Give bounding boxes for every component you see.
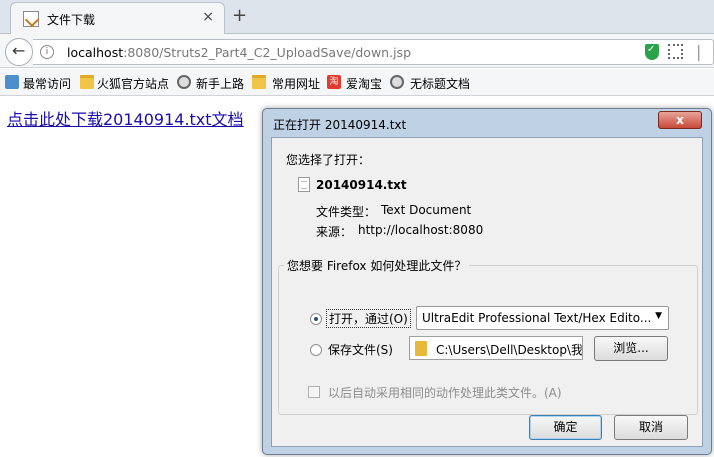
source-label: 来源： bbox=[316, 225, 353, 239]
tab-title: 文件下载 bbox=[47, 13, 96, 27]
folder-icon bbox=[252, 75, 266, 89]
tab-bar: 文件下载 × + bbox=[0, 0, 714, 34]
cancel-button[interactable]: 取消 bbox=[614, 415, 688, 440]
tab-close-icon[interactable]: × bbox=[202, 9, 214, 25]
browse-button[interactable]: 浏览... bbox=[594, 336, 668, 361]
dialog-close-button[interactable]: x bbox=[658, 111, 702, 129]
file-type-value: Text Document bbox=[381, 203, 472, 217]
url-path: :8080/Struts2_Part4_C2_UploadSave/down.j… bbox=[123, 45, 411, 60]
dialog-body: 您选择了打开： 20140914.txt 文件类型： Text Document… bbox=[271, 137, 703, 447]
bookmarks-bar: 最常访问 火狐官方站点 新手上路 常用网址 淘 爱淘宝 无标题文档 bbox=[0, 69, 714, 96]
url-host: localhost bbox=[67, 45, 124, 60]
most-visited-icon bbox=[5, 75, 19, 89]
folder-icon bbox=[415, 341, 427, 356]
file-name: 20140914.txt bbox=[316, 178, 407, 192]
back-button[interactable]: ← bbox=[5, 38, 33, 66]
auto-action-label[interactable]: 以后自动采用相同的动作处理此类文件。(A) bbox=[328, 384, 562, 401]
auto-action-checkbox[interactable] bbox=[308, 386, 320, 398]
globe-icon bbox=[177, 75, 191, 89]
save-path-field: C:\Users\Dell\Desktop\我的 bbox=[409, 336, 583, 360]
back-arrow-icon: ← bbox=[12, 41, 26, 60]
bookmark-ai-taobao[interactable]: 爱淘宝 bbox=[346, 75, 382, 92]
file-type-label: 文件类型： bbox=[316, 205, 377, 219]
page-favicon-icon bbox=[23, 11, 39, 27]
globe-icon bbox=[390, 75, 404, 89]
tab-file-download[interactable]: 文件下载 × bbox=[10, 2, 225, 34]
ok-button[interactable]: 确定 bbox=[529, 415, 602, 440]
taobao-icon: 淘 bbox=[327, 75, 341, 89]
bookmark-most-visited[interactable]: 最常访问 bbox=[23, 75, 71, 92]
open-file-dialog: 正在打开 20140914.txt x 您选择了打开： 20140914.txt… bbox=[262, 108, 712, 455]
bookmark-getting-started[interactable]: 新手上路 bbox=[196, 75, 244, 92]
navigation-bar: ← i localhost:8080/Struts2_Part4_C2_Uplo… bbox=[0, 34, 714, 68]
chose-open-label: 您选择了打开： bbox=[286, 153, 371, 167]
download-link[interactable]: 点击此处下载20140914.txt文档 bbox=[7, 106, 244, 130]
dialog-title: 正在打开 20140914.txt bbox=[273, 118, 407, 132]
url-text: localhost:8080/Struts2_Part4_C2_UploadSa… bbox=[67, 45, 411, 60]
toolbar-separator-icon: | bbox=[696, 42, 702, 61]
save-path-value: C:\Users\Dell\Desktop\我的 bbox=[436, 343, 583, 357]
folder-icon bbox=[80, 75, 94, 89]
site-info-icon[interactable]: i bbox=[40, 45, 54, 59]
source-value: http://localhost:8080 bbox=[358, 223, 484, 237]
bookmark-common-sites[interactable]: 常用网址 bbox=[272, 75, 320, 92]
save-file-label[interactable]: 保存文件(S) bbox=[328, 341, 393, 358]
save-file-radio[interactable] bbox=[310, 344, 322, 356]
text-file-icon bbox=[298, 177, 310, 192]
action-question: 您想要 Firefox 如何处理此文件？ bbox=[284, 257, 470, 274]
bookmark-firefox-official[interactable]: 火狐官方站点 bbox=[97, 75, 169, 92]
open-with-app-select[interactable]: UltraEdit Professional Text/Hex Edito...… bbox=[416, 306, 669, 330]
new-tab-icon[interactable]: + bbox=[232, 5, 247, 26]
address-bar[interactable]: i localhost:8080/Struts2_Part4_C2_Upload… bbox=[33, 39, 714, 65]
chevron-down-icon: ▼ bbox=[655, 311, 662, 321]
open-with-app-value: UltraEdit Professional Text/Hex Edito... bbox=[422, 311, 652, 325]
open-with-label[interactable]: 打开，通过(O) bbox=[326, 309, 411, 328]
shield-icon[interactable] bbox=[645, 44, 659, 60]
bookmark-untitled-doc[interactable]: 无标题文档 bbox=[410, 75, 470, 92]
open-with-radio[interactable] bbox=[310, 313, 322, 325]
qr-code-icon[interactable] bbox=[668, 44, 683, 59]
